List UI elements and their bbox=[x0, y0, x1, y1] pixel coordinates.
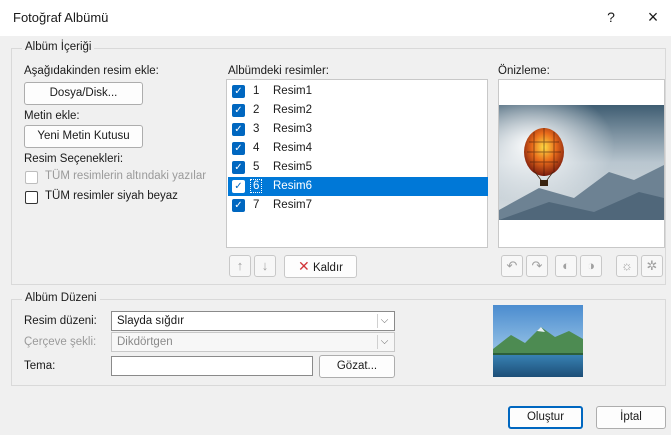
insert-text-label: Metin ekle: bbox=[24, 110, 80, 122]
check-icon[interactable]: ✓ bbox=[232, 180, 245, 193]
picture-layout-select[interactable]: Slayda sığdır ⌵ bbox=[111, 311, 395, 331]
check-icon[interactable]: ✓ bbox=[232, 85, 245, 98]
move-up-button[interactable]: ↑ bbox=[229, 255, 251, 277]
list-item-selected[interactable]: ✓ 6 Resim6 bbox=[228, 177, 488, 196]
new-textbox-button[interactable]: Yeni Metin Kutusu bbox=[24, 125, 143, 148]
check-icon[interactable]: ✓ bbox=[232, 142, 245, 155]
captions-below-label: TÜM resimlerin altındaki yazılar bbox=[45, 170, 207, 182]
captions-below-checkbox[interactable] bbox=[25, 171, 38, 184]
title-bar: Fotoğraf Albümü ? × bbox=[0, 0, 671, 36]
brightness-down-icon: ✲ bbox=[646, 258, 658, 273]
list-item[interactable]: ✓ 3 Resim3 bbox=[228, 120, 488, 139]
list-item-name: Resim1 bbox=[273, 85, 312, 97]
preview-label: Önizleme: bbox=[498, 65, 550, 77]
arrow-down-icon: ↓ bbox=[261, 258, 269, 273]
theme-label: Tema: bbox=[24, 360, 56, 372]
contrast-up-icon: ◐ bbox=[562, 258, 570, 273]
frame-shape-label: Çerçeve şekli: bbox=[24, 336, 97, 348]
list-item[interactable]: ✓ 1 Resim1 bbox=[228, 82, 488, 101]
frame-shape-select[interactable]: Dikdörtgen ⌵ bbox=[111, 332, 395, 352]
list-item-name: Resim2 bbox=[273, 104, 312, 116]
layout-preview-image bbox=[493, 305, 583, 377]
brightness-up-icon: ☼ bbox=[621, 258, 633, 273]
contrast-increase-button[interactable]: ◐ bbox=[555, 255, 577, 277]
rotate-left-icon: ↶ bbox=[506, 258, 518, 273]
check-icon[interactable]: ✓ bbox=[232, 199, 245, 212]
picture-layout-value: Slayda sığdır bbox=[117, 315, 185, 327]
rotate-right-button[interactable]: ↷ bbox=[526, 255, 548, 277]
picture-layout-label: Resim düzeni: bbox=[24, 315, 97, 327]
list-item-number: 4 bbox=[253, 142, 260, 154]
rotate-left-button[interactable]: ↶ bbox=[501, 255, 523, 277]
list-item-name: Resim7 bbox=[273, 199, 312, 211]
album-list-label: Albümdeki resimler: bbox=[228, 65, 329, 77]
brightness-decrease-button[interactable]: ✲ bbox=[641, 255, 663, 277]
photo-album-dialog: Fotoğraf Albümü ? × Albüm İçeriği Aşağıd… bbox=[0, 0, 671, 435]
create-button[interactable]: Oluştur bbox=[508, 406, 583, 429]
arrow-up-icon: ↑ bbox=[236, 258, 244, 273]
check-icon[interactable]: ✓ bbox=[232, 104, 245, 117]
preview-image bbox=[499, 105, 664, 220]
remove-button-label: Kaldır bbox=[312, 262, 343, 274]
check-icon[interactable]: ✓ bbox=[232, 123, 245, 136]
frame-shape-value: Dikdörtgen bbox=[117, 336, 173, 348]
list-item-number: 2 bbox=[253, 104, 260, 116]
check-icon[interactable]: ✓ bbox=[232, 161, 245, 174]
rotate-right-icon: ↷ bbox=[531, 258, 543, 273]
album-content-group-label: Albüm İçeriği bbox=[22, 41, 95, 53]
list-item[interactable]: ✓ 4 Resim4 bbox=[228, 139, 488, 158]
contrast-down-icon: ◑ bbox=[587, 258, 595, 273]
black-white-checkbox[interactable] bbox=[25, 191, 38, 204]
list-item-number: 7 bbox=[253, 199, 260, 211]
browse-button[interactable]: Gözat... bbox=[319, 355, 395, 378]
list-item[interactable]: ✓ 5 Resim5 bbox=[228, 158, 488, 177]
insert-from-label: Aşağıdakinden resim ekle: bbox=[24, 65, 159, 77]
contrast-decrease-button[interactable]: ◑ bbox=[580, 255, 602, 277]
remove-button[interactable]: ✕ Kaldır bbox=[284, 255, 357, 278]
list-item-number: 3 bbox=[253, 123, 260, 135]
list-item[interactable]: ✓ 7 Resim7 bbox=[228, 196, 488, 215]
dialog-title: Fotoğraf Albümü bbox=[13, 10, 109, 25]
preview-pane bbox=[498, 79, 665, 248]
picture-options-label: Resim Seçenekleri: bbox=[24, 153, 124, 165]
theme-input[interactable] bbox=[111, 356, 313, 376]
list-item[interactable]: ✓ 2 Resim2 bbox=[228, 101, 488, 120]
file-disk-button[interactable]: Dosya/Disk... bbox=[24, 82, 143, 105]
list-item-name: Resim6 bbox=[273, 180, 312, 192]
album-pictures-list[interactable]: ✓ 1 Resim1 ✓ 2 Resim2 ✓ 3 Resim3 ✓ 4 Res… bbox=[226, 79, 488, 248]
cancel-button[interactable]: İptal bbox=[596, 406, 666, 429]
help-button[interactable]: ? bbox=[600, 6, 622, 28]
remove-x-icon: ✕ bbox=[298, 258, 310, 274]
list-item-number: 6 bbox=[249, 179, 263, 193]
list-item-name: Resim3 bbox=[273, 123, 312, 135]
chevron-down-icon: ⌵ bbox=[377, 335, 391, 349]
album-layout-group-label: Albüm Düzeni bbox=[22, 292, 100, 304]
brightness-increase-button[interactable]: ☼ bbox=[616, 255, 638, 277]
list-item-name: Resim5 bbox=[273, 161, 312, 173]
list-item-number: 5 bbox=[253, 161, 260, 173]
black-white-label: TÜM resimler siyah beyaz bbox=[45, 190, 178, 202]
close-icon[interactable]: × bbox=[642, 6, 664, 28]
move-down-button[interactable]: ↓ bbox=[254, 255, 276, 277]
list-item-number: 1 bbox=[253, 85, 260, 97]
list-item-name: Resim4 bbox=[273, 142, 312, 154]
chevron-down-icon: ⌵ bbox=[377, 314, 391, 328]
